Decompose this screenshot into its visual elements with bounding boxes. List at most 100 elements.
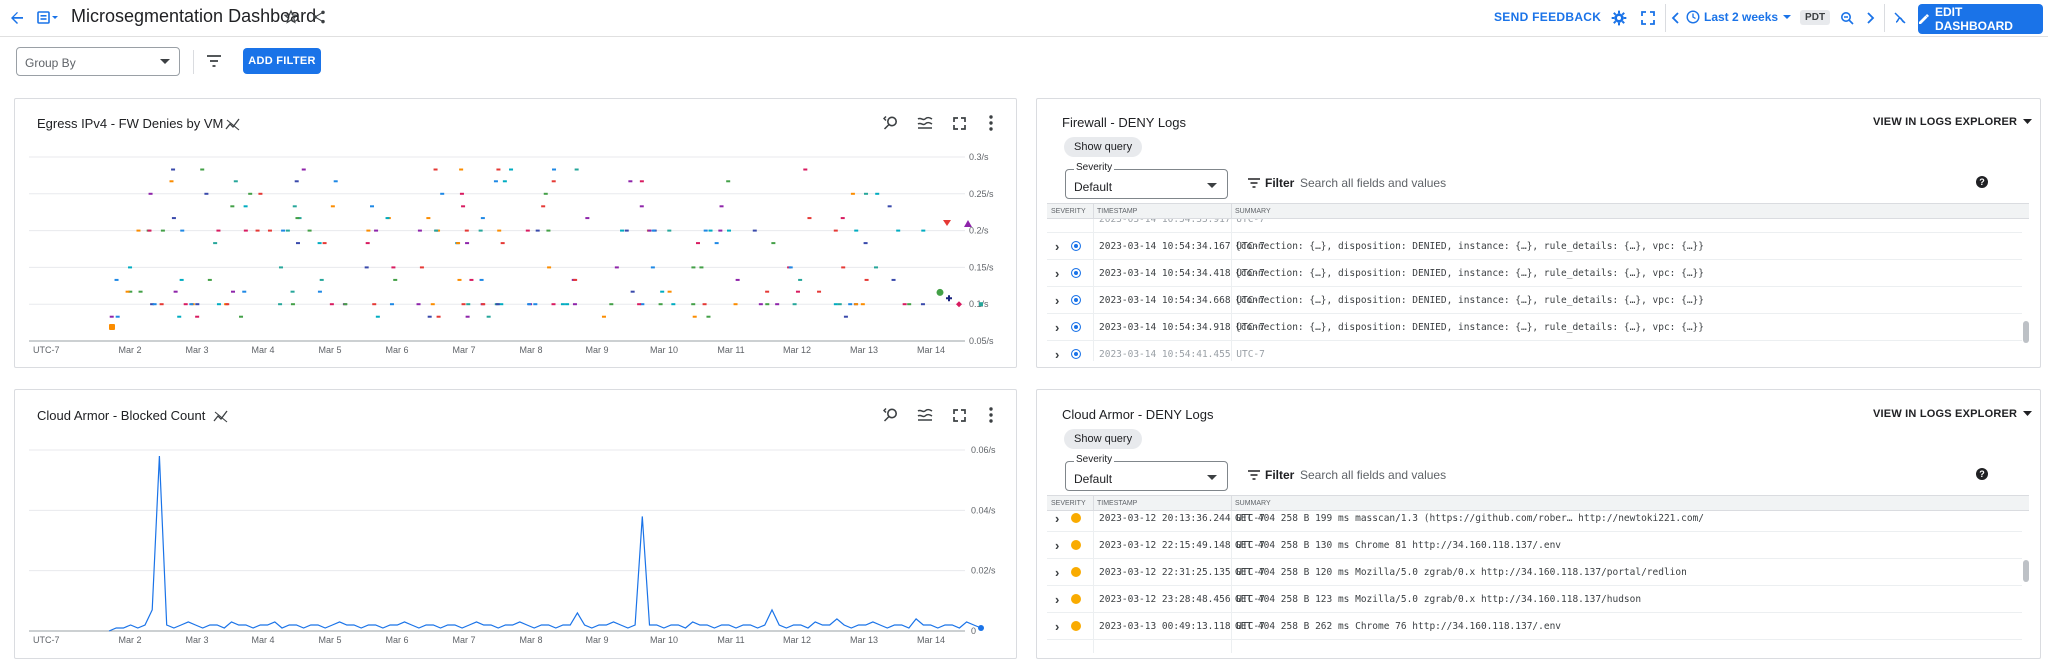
data-point [365, 242, 370, 245]
filter-list-icon[interactable] [203, 50, 225, 72]
chevron-right-icon[interactable]: › [1055, 320, 1059, 335]
help-icon[interactable]: ? [1976, 468, 1988, 480]
chevron-right-icon[interactable]: › [1055, 266, 1059, 281]
table-row[interactable]: › 2023-03-14 10:54:34.668 UTC-7 {connectio… [1047, 287, 2022, 314]
data-point [258, 192, 263, 195]
severity-select[interactable]: Severity Default [1065, 454, 1228, 491]
table-row[interactable]: › 2023-03-12 23:28:48.456 UTC-7 GET 404 25… [1047, 586, 2022, 613]
time-range-label: Last 2 weeks [1704, 10, 1779, 24]
data-point [499, 303, 504, 306]
data-point [920, 303, 925, 306]
data-point [466, 303, 471, 306]
summary: GET 404 258 B 199 ms masscan/1.3 (https:… [1235, 513, 1704, 524]
x-tick-label: Mar 5 [318, 635, 341, 645]
fullscreen-icon[interactable] [1638, 8, 1658, 28]
dashboard-type-icon[interactable] [36, 8, 60, 28]
view-in-logs-explorer-button[interactable]: VIEW IN LOGS EXPLORER [1873, 116, 2033, 128]
col-divider [1093, 496, 1094, 511]
data-point [964, 219, 972, 227]
severity-label: Severity [1074, 454, 1115, 465]
armor-logs-card: Cloud Armor - DENY Logs VIEW IN LOGS EXP… [1036, 389, 2041, 659]
data-point [771, 242, 776, 245]
settings-gear-icon[interactable] [1609, 8, 1629, 28]
star-icon[interactable] [281, 7, 301, 27]
chevron-right-icon[interactable]: › [1055, 293, 1059, 308]
table-row[interactable]: › 2023-03-14 10:54:41.455 UTC-7 [1047, 341, 2022, 361]
filter-button[interactable]: Filter [1248, 468, 1294, 482]
add-filter-button[interactable]: ADD FILTER [243, 48, 321, 74]
caret-down-icon [1783, 15, 1792, 19]
data-point [714, 242, 719, 245]
zoom-out-icon[interactable] [1837, 8, 1857, 28]
data-point [497, 229, 502, 232]
data-point [708, 229, 713, 232]
chevron-right-icon[interactable]: › [1055, 538, 1059, 553]
data-point [860, 303, 865, 306]
warning-severity-icon [1071, 540, 1081, 550]
summary: {connection: {…}, disposition: DENIED, i… [1235, 295, 1704, 306]
chevron-right-icon[interactable]: › [1055, 239, 1059, 254]
edit-dashboard-button[interactable]: EDIT DASHBOARD [1918, 4, 2043, 34]
table-row[interactable]: › 2023-03-14 10:54:34.918 UTC-7 {connectio… [1047, 314, 2022, 341]
scrollbar[interactable] [2023, 321, 2029, 343]
show-query-chip[interactable]: Show query [1064, 137, 1143, 157]
chevron-right-icon[interactable]: › [1055, 347, 1059, 361]
data-point [319, 278, 324, 281]
filter-button[interactable]: Filter [1248, 176, 1294, 190]
data-point [798, 278, 803, 281]
data-point [921, 229, 926, 232]
share-icon[interactable] [309, 7, 329, 27]
data-point [863, 242, 868, 245]
data-point [658, 303, 663, 306]
table-row[interactable]: › 2023-03-12 22:15:49.148 UTC-7 GET 404 25… [1047, 532, 2022, 559]
col-divider [1231, 496, 1232, 511]
data-point [457, 278, 462, 281]
x-tick-label: Mar 3 [185, 345, 208, 355]
back-arrow-icon[interactable] [6, 7, 28, 29]
send-feedback-button[interactable]: SEND FEEDBACK [1494, 10, 1601, 24]
data-point [480, 217, 485, 220]
chevron-right-icon[interactable]: › [1055, 592, 1059, 607]
data-point [465, 242, 470, 245]
view-in-logs-explorer-button[interactable]: VIEW IN LOGS EXPLORER [1873, 408, 2033, 420]
data-point [792, 303, 797, 306]
data-point [609, 303, 614, 306]
auto-refresh-off-icon[interactable] [1890, 8, 1910, 28]
table-row[interactable]: › 2023-03-14 10:54:34.418 UTC-7 {connectio… [1047, 260, 2022, 287]
show-query-chip[interactable]: Show query [1064, 429, 1143, 449]
data-point [125, 290, 130, 293]
data-point [547, 266, 552, 269]
data-point [278, 266, 283, 269]
x-tick-label: Mar 14 [917, 635, 945, 645]
data-point [200, 168, 205, 171]
chevron-right-icon[interactable]: › [1055, 511, 1059, 526]
search-logs-input[interactable]: Search all fields and values [1300, 468, 1446, 482]
chevron-right-icon[interactable]: › [1055, 565, 1059, 580]
data-point [752, 229, 757, 232]
severity-select[interactable]: Severity Default [1065, 162, 1228, 199]
warning-severity-icon [1071, 513, 1081, 523]
data-point [419, 266, 424, 269]
data-point [758, 303, 763, 306]
table-row[interactable]: › 2023-03-12 22:31:25.135 UTC-7 GET 404 25… [1047, 559, 2022, 586]
table-row[interactable]: › 2023-03-14 10:54:34.167 UTC-7 {connectio… [1047, 233, 2022, 260]
chevron-right-icon[interactable] [1862, 8, 1878, 28]
data-point [255, 229, 260, 232]
clock-icon [1686, 10, 1700, 24]
chevron-left-icon[interactable] [1668, 8, 1684, 28]
chevron-right-icon[interactable]: › [1055, 619, 1059, 634]
data-point [660, 290, 665, 293]
table-row[interactable]: › 2023-03-12 20:13:36.244 UTC-7 GET 404 25… [1047, 511, 2022, 532]
timestamp: 2023-03-14 10:54:41.455 UTC-7 [1099, 349, 1265, 360]
time-range-selector[interactable]: Last 2 weeks PDT [1686, 4, 1831, 30]
data-point [426, 217, 431, 220]
data-point [551, 303, 556, 306]
group-by-select[interactable]: Group By [16, 47, 180, 76]
help-icon[interactable]: ? [1976, 176, 1988, 188]
search-logs-input[interactable]: Search all fields and values [1300, 176, 1446, 190]
table-row[interactable]: 2023-03-14 10:54:33.917 UTC-7 [1047, 219, 2022, 233]
data-point [843, 315, 848, 318]
data-point [242, 290, 247, 293]
table-row[interactable]: › 2023-03-13 00:49:13.118 UTC-7 GET 404 25… [1047, 613, 2022, 640]
scrollbar[interactable] [2023, 560, 2029, 582]
